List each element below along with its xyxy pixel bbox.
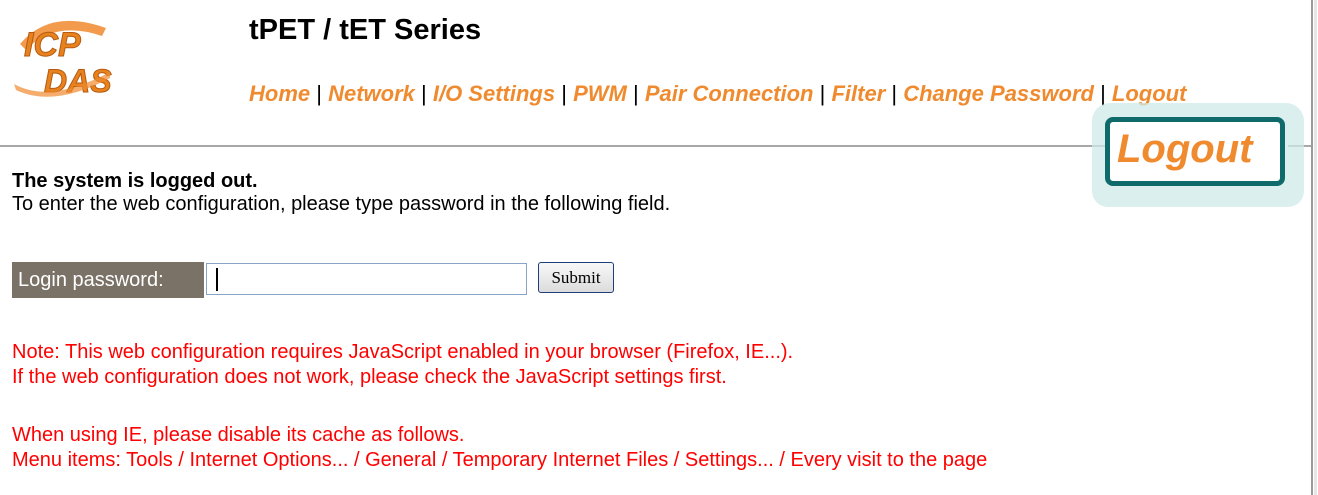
password-input[interactable] <box>206 263 527 295</box>
nav-separator: | <box>632 81 639 106</box>
logged-out-instructions: To enter the web configuration, please t… <box>12 193 671 215</box>
nav-filter[interactable]: Filter <box>831 81 885 106</box>
text-caret <box>216 268 218 291</box>
logout-callout-label: Logout <box>1117 127 1253 171</box>
nav-change-password[interactable]: Change Password <box>903 81 1094 106</box>
nav-pair-connection[interactable]: Pair Connection <box>645 81 814 106</box>
nav-network[interactable]: Network <box>328 81 415 106</box>
note-ie-cache: When using IE, please disable its cache … <box>12 424 465 446</box>
submit-button[interactable]: Submit <box>538 262 614 293</box>
logo-text-top: ICP <box>24 26 81 64</box>
nav-separator: | <box>316 81 322 106</box>
nav-separator: | <box>421 81 427 106</box>
window-right-edge <box>1314 0 1317 495</box>
login-password-label: Login password: <box>12 262 204 298</box>
note-javascript-settings: If the web configuration does not work, … <box>12 366 727 388</box>
main-nav: Home | Network | I/O Settings | PWM | Pa… <box>249 81 1186 107</box>
header-divider <box>0 145 1110 147</box>
window-right-border <box>1311 0 1313 495</box>
note-javascript: Note: This web configuration requires Ja… <box>12 341 794 363</box>
nav-home[interactable]: Home <box>249 81 310 106</box>
nav-io-settings[interactable]: I/O Settings <box>433 81 555 106</box>
logged-out-title: The system is logged out. <box>12 170 258 192</box>
nav-separator: | <box>1100 81 1106 106</box>
nav-separator: | <box>819 81 826 106</box>
note-menu-items: Menu items: Tools / Internet Options... … <box>12 449 988 471</box>
nav-separator: | <box>561 81 567 106</box>
nav-pwm[interactable]: PWM <box>573 81 627 106</box>
page-title: tPET / tET Series <box>249 14 482 46</box>
icpdas-logo: ICP DAS <box>10 14 116 100</box>
nav-separator: | <box>891 81 898 106</box>
